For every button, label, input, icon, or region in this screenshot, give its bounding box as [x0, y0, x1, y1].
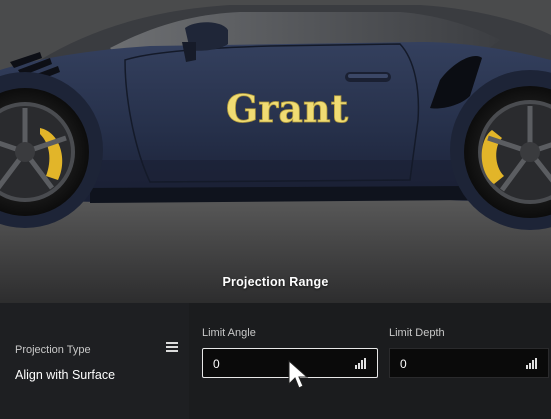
- menu-icon[interactable]: [166, 342, 178, 354]
- bars-icon: [526, 358, 538, 369]
- bars-icon: [355, 358, 367, 369]
- projection-type-value: Align with Surface: [15, 368, 116, 382]
- projection-type-label: Projection Type: [15, 344, 91, 356]
- projection-type-section[interactable]: Projection Type Align with Surface: [0, 303, 189, 419]
- decal-text: Grant: [226, 86, 349, 131]
- limit-angle-input[interactable]: 0: [202, 348, 378, 378]
- projection-range-label: Projection Range: [222, 275, 329, 289]
- limit-depth-label: Limit Depth: [389, 327, 445, 339]
- limit-depth-input[interactable]: 0: [389, 348, 549, 378]
- limit-depth-value: 0: [400, 357, 407, 371]
- decal-settings-panel: Projection Type Align with Surface Limit…: [0, 303, 551, 419]
- limit-angle-label: Limit Angle: [202, 327, 256, 339]
- car-preview: Grant: [0, 0, 551, 303]
- limit-angle-value: 0: [213, 357, 220, 371]
